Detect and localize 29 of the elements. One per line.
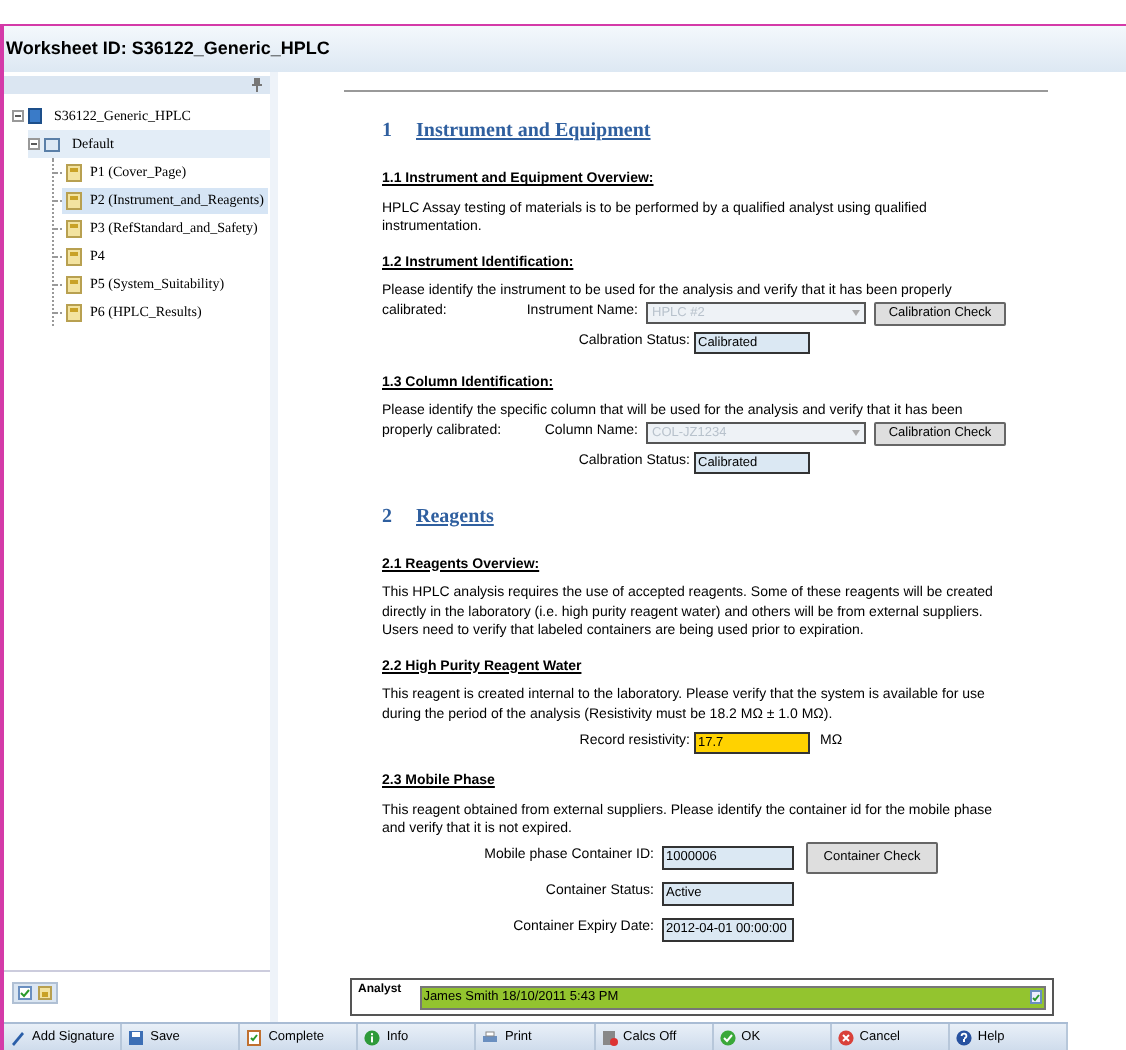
pen-icon [10, 1029, 26, 1045]
printer-icon [482, 1029, 499, 1045]
calculator-off-icon [601, 1029, 618, 1045]
collapse-icon[interactable] [12, 110, 24, 122]
folder-icon [44, 137, 60, 151]
book-icon [28, 108, 42, 124]
page-icon [66, 219, 82, 237]
cancel-icon [837, 1029, 854, 1045]
clipboard-check-icon [246, 1029, 263, 1045]
help-icon [955, 1029, 972, 1045]
save-icon [128, 1029, 145, 1045]
collapse-icon[interactable] [28, 138, 40, 150]
page-icon [66, 163, 82, 181]
page-icon [66, 247, 82, 265]
document-icon[interactable] [1030, 990, 1042, 1004]
pin-icon[interactable] [252, 78, 262, 92]
section-heading: Instrument and Equipment [416, 118, 651, 146]
section-number: 1 [382, 118, 392, 146]
caret-icon [852, 430, 860, 436]
section-number: 2 [382, 503, 392, 531]
page-icon [66, 275, 82, 293]
info-icon [364, 1029, 381, 1045]
page-icon [66, 191, 82, 209]
section-heading: Reagents [416, 503, 494, 531]
ok-icon [719, 1029, 736, 1045]
caret-icon [852, 310, 860, 316]
check-document-icon[interactable] [18, 986, 32, 1000]
window-title: Worksheet ID: S36122_Generic_HPLC [6, 35, 330, 62]
page-icon [66, 303, 82, 321]
